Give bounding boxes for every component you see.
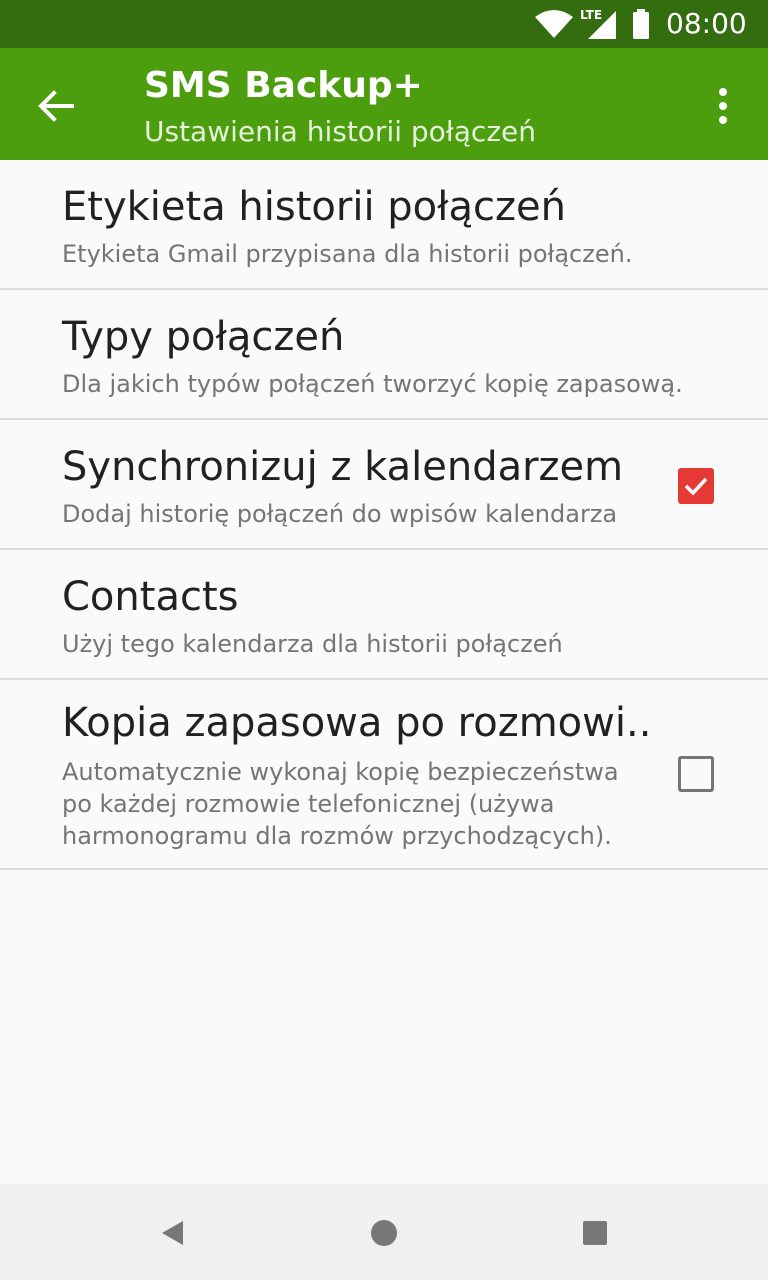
setting-title: Kopia zapasowa po rozmowi.. xyxy=(62,700,652,746)
setting-calllog-label[interactable]: Etykieta historii połączeń Etykieta Gmai… xyxy=(0,160,768,290)
app-bar: SMS Backup+ Ustawienia historii połączeń xyxy=(0,48,768,160)
recents-square-icon[interactable] xyxy=(580,1218,610,1248)
setting-calendar-choice[interactable]: Contacts Użyj tego kalendarza dla histor… xyxy=(0,550,768,680)
setting-title: Typy połączeń xyxy=(62,314,345,360)
setting-summary: Użyj tego kalendarza dla historii połącz… xyxy=(62,630,563,658)
settings-list: Etykieta historii połączeń Etykieta Gmai… xyxy=(0,160,768,870)
setting-summary-line-2: po każdej rozmowie telefonicznej (używa xyxy=(62,790,555,818)
navigation-bar xyxy=(0,1184,768,1280)
status-bar: LTE 08:00 xyxy=(0,0,768,48)
home-circle-icon[interactable] xyxy=(369,1218,399,1248)
setting-title: Contacts xyxy=(62,574,239,620)
wifi-icon xyxy=(535,10,573,38)
more-vert-icon[interactable] xyxy=(708,84,738,128)
setting-calendar-sync[interactable]: Synchronizuj z kalendarzem Dodaj histori… xyxy=(0,420,768,550)
calendar-sync-checkbox[interactable] xyxy=(678,468,714,504)
setting-title: Synchronizuj z kalendarzem xyxy=(62,444,624,490)
battery-icon xyxy=(633,9,649,39)
setting-title: Etykieta historii połączeń xyxy=(62,184,566,230)
backup-after-call-checkbox[interactable] xyxy=(678,756,714,792)
clock: 08:00 xyxy=(666,7,747,40)
setting-summary-line-3: harmonogramu dla rozmów przychodzących). xyxy=(62,822,612,850)
setting-backup-after-call[interactable]: Kopia zapasowa po rozmowi.. Automatyczni… xyxy=(0,680,768,870)
app-subtitle: Ustawienia historii połączeń xyxy=(144,115,536,148)
app-title: SMS Backup+ xyxy=(144,65,423,106)
setting-call-types[interactable]: Typy połączeń Dla jakich typów połączeń … xyxy=(0,290,768,420)
setting-summary: Dodaj historię połączeń do wpisów kalend… xyxy=(62,500,618,528)
back-arrow-icon[interactable] xyxy=(34,84,78,128)
setting-summary-line-1: Automatycznie wykonaj kopię bezpieczeńst… xyxy=(62,758,619,786)
checkmark-icon xyxy=(684,477,708,496)
back-triangle-icon[interactable] xyxy=(158,1218,188,1248)
signal-icon xyxy=(588,11,616,39)
setting-summary: Dla jakich typów połączeń tworzyć kopię … xyxy=(62,370,683,398)
setting-summary: Etykieta Gmail przypisana dla historii p… xyxy=(62,240,633,268)
